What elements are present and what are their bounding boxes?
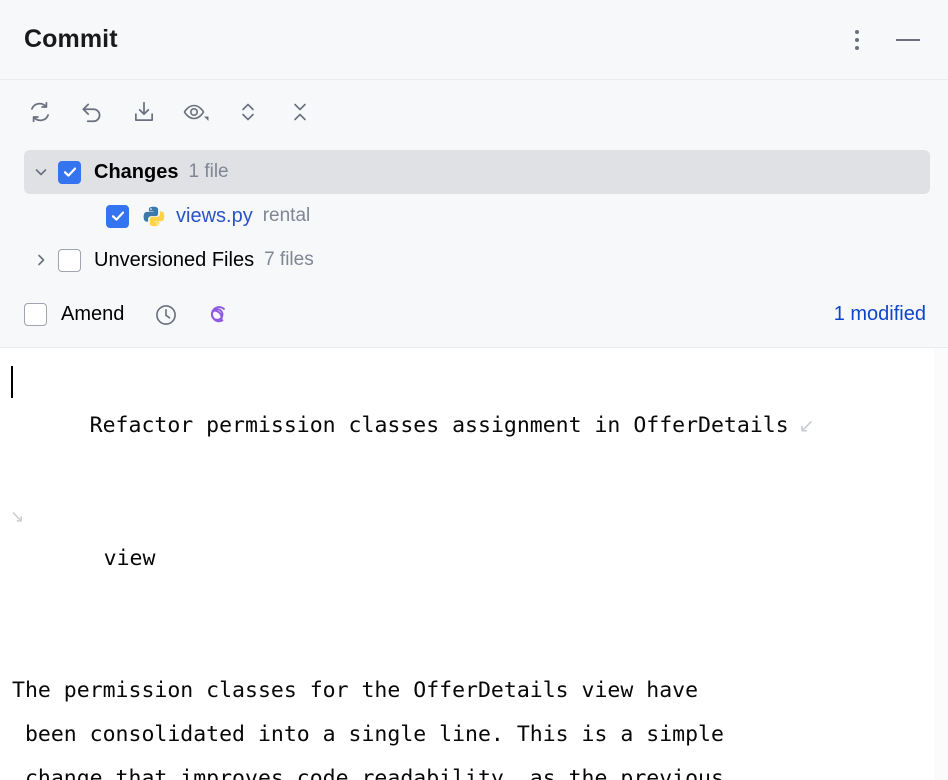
commit-body-text: been consolidated into a single line. Th… xyxy=(12,722,724,747)
kebab-menu-icon[interactable] xyxy=(842,23,872,57)
chevron-updown-icon[interactable] xyxy=(230,94,266,130)
minimize-icon[interactable] xyxy=(890,23,926,57)
tree-node-unversioned-files[interactable]: Unversioned Files 7 files xyxy=(0,238,948,282)
soft-wrap-start-icon: ↘ xyxy=(10,507,25,526)
unversioned-group-checkbox[interactable] xyxy=(58,248,81,272)
changes-group-checkbox[interactable] xyxy=(58,160,81,184)
collapse-all-icon[interactable] xyxy=(282,94,318,130)
eye-icon[interactable] xyxy=(178,94,214,130)
amend-label: Amend xyxy=(61,303,125,325)
file-checkbox[interactable] xyxy=(106,204,129,228)
undo-icon[interactable] xyxy=(74,94,110,130)
ai-assistant-icon[interactable] xyxy=(198,297,234,333)
chevron-right-icon[interactable] xyxy=(24,250,58,270)
commit-message-subject-line[interactable]: Refactor permission classes assignment i… xyxy=(0,360,948,493)
python-file-icon xyxy=(141,204,165,228)
commit-subject-wrap-text: view xyxy=(103,546,156,571)
page-title: Commit xyxy=(24,25,118,53)
changes-toolbar xyxy=(0,80,948,144)
file-location: rental xyxy=(262,205,311,226)
clock-history-icon[interactable] xyxy=(148,297,184,333)
download-icon[interactable] xyxy=(126,94,162,130)
modified-count-link[interactable]: 1 modified xyxy=(834,303,930,326)
commit-message-subject-wrap[interactable]: ↘ view xyxy=(0,493,948,625)
file-name-link[interactable]: views.py xyxy=(176,205,253,228)
text-caret xyxy=(11,366,13,398)
changes-group-label: Changes xyxy=(94,160,179,183)
amend-actions xyxy=(148,297,234,333)
amend-checkbox[interactable] xyxy=(24,303,47,326)
soft-wrap-end-icon: ↙ xyxy=(798,416,815,437)
titlebar-actions xyxy=(842,23,926,57)
commit-message-editor[interactable]: Refactor permission classes assignment i… xyxy=(0,348,948,780)
commit-body-line[interactable]: been consolidated into a single line. Th… xyxy=(0,713,948,757)
changes-tree: Changes 1 file views.py rental Unversion… xyxy=(0,144,948,282)
commit-tool-window: Commit Changes 1 file views.py rental Un… xyxy=(0,0,948,780)
commit-body-text: The permission classes for the OfferDeta… xyxy=(12,678,699,703)
chevron-down-icon[interactable] xyxy=(24,162,58,182)
unversioned-group-label: Unversioned Files xyxy=(94,248,255,271)
commit-subject-text: Refactor permission classes assignment i… xyxy=(89,413,789,438)
refresh-icon[interactable] xyxy=(22,94,58,130)
amend-bar: Amend 1 modified xyxy=(0,282,948,348)
commit-body-line[interactable]: change that improves code readability, a… xyxy=(0,757,948,780)
tree-node-changes[interactable]: Changes 1 file xyxy=(24,150,930,194)
changes-group-count: 1 file xyxy=(188,161,229,182)
unversioned-group-count: 7 files xyxy=(264,249,314,270)
commit-body-text: change that improves code readability, a… xyxy=(12,766,724,780)
commit-message-blank-line xyxy=(0,625,948,669)
tree-node-file[interactable]: views.py rental xyxy=(0,194,948,238)
window-titlebar: Commit xyxy=(0,0,948,80)
commit-body-line[interactable]: The permission classes for the OfferDeta… xyxy=(0,669,948,713)
